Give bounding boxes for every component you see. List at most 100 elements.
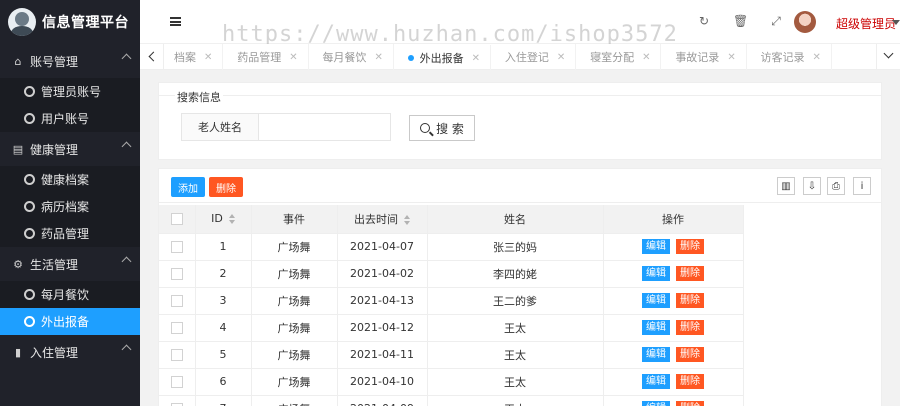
table-row: 6 广场舞 2021-04-10 王太 编辑 删除 [159,368,744,396]
edit-button[interactable]: 编辑 [642,239,670,254]
row-checkbox[interactable] [170,295,183,307]
row-delete-button[interactable]: 删除 [676,320,704,335]
menu-group-life[interactable]: ⚙ 生活管理 [0,247,140,281]
cell-name: 张三的妈 [427,233,604,261]
edit-button[interactable]: 编辑 [642,401,670,406]
row-checkbox-cell [159,233,196,261]
sidebar-item-user-account[interactable]: 用户账号 [0,105,140,132]
dashboard-icon [24,113,35,124]
close-icon[interactable]: ✕ [204,52,212,63]
cell-name: 王太 [427,395,604,406]
menu-toggle-icon[interactable] [170,17,181,26]
fullscreen-icon[interactable]: ⤢ [769,14,783,29]
export-icon[interactable]: ⇩ [803,177,821,195]
sidebar-item-health-record[interactable]: 健康档案 [0,166,140,193]
tab-visitors[interactable]: 访客记录 ✕ [751,44,832,70]
close-icon[interactable]: ✕ [642,52,650,63]
sidebar-item-label: 外出报备 [41,315,90,329]
tab-scroll-left-icon[interactable] [140,44,164,70]
cell-name: 王太 [427,314,604,342]
menu-group-health[interactable]: ▤ 健康管理 [0,132,140,166]
tab-label: 外出报备 [419,52,464,65]
row-checkbox-cell [159,260,196,288]
row-delete-button[interactable]: 删除 [676,293,704,308]
elder-name-input[interactable] [259,113,391,141]
cell-id: 3 [195,287,252,315]
table-header-row: ID 事件 出去时间 姓名 操作 [159,205,744,234]
tab-records[interactable]: 档案 ✕ [164,44,224,70]
menu-group-checkin[interactable]: ▮ 入住管理 [0,335,140,369]
sidebar-item-outing-report[interactable]: 外出报备 [0,308,140,335]
sidebar-item-medicine[interactable]: 药品管理 [0,220,140,247]
tab-checkin[interactable]: 入住登记 ✕ [495,44,577,70]
elder-name-label: 老人姓名 [181,113,259,141]
close-icon[interactable]: ✕ [289,52,297,63]
cell-id: 1 [195,233,252,261]
row-delete-button[interactable]: 删除 [676,401,704,406]
row-checkbox[interactable] [170,376,183,388]
tab-outing-report[interactable]: 外出报备 ✕ [398,45,492,70]
row-delete-button[interactable]: 删除 [676,374,704,389]
cell-time: 2021-04-07 [337,233,428,261]
cell-event: 广场舞 [251,395,338,406]
close-icon[interactable]: ✕ [727,52,735,63]
tab-dropdown-icon[interactable] [876,44,900,70]
row-checkbox[interactable] [170,268,183,280]
row-checkbox[interactable] [170,322,183,334]
edit-button[interactable]: 编辑 [642,347,670,362]
tab-monthly-meals[interactable]: 每月餐饮 ✕ [312,44,394,70]
close-icon[interactable]: ✕ [472,53,480,64]
avatar-logo-icon [8,8,36,36]
sort-icon[interactable] [228,214,235,225]
tab-medicine[interactable]: 药品管理 ✕ [227,44,309,70]
cell-name: 王二的爹 [427,287,604,315]
sidebar-item-monthly-meals[interactable]: 每月餐饮 [0,281,140,308]
column-header-id[interactable]: ID [195,205,252,234]
print-icon[interactable]: ⎙ [827,177,845,195]
sidebar-item-medical-record[interactable]: 病历档案 [0,193,140,220]
user-name[interactable]: 超级管理员 [836,15,896,32]
edit-button[interactable]: 编辑 [642,266,670,281]
sort-icon[interactable] [404,214,410,225]
tab-bar: 档案 ✕ 药品管理 ✕ 每月餐饮 ✕ 外出报备 ✕ 入住登记 ✕ 寝室分配 ✕ 事故记录 ✕ … [140,44,900,70]
delete-button[interactable]: 删除 [209,177,243,197]
dashboard-icon [24,201,35,212]
cell-name: 李四的姥 [427,260,604,288]
column-header-time[interactable]: 出去时间 [337,205,428,234]
row-checkbox[interactable] [170,241,183,253]
menu-group-account[interactable]: ⌂ 账号管理 [0,44,140,78]
edit-button[interactable]: 编辑 [642,293,670,308]
search-button[interactable]: 搜 索 [409,115,475,141]
add-button[interactable]: 添加 [171,177,205,197]
edit-button[interactable]: 编辑 [642,320,670,335]
trash-icon[interactable]: 🗑 [733,14,748,28]
chevron-up-icon [121,53,132,64]
select-all-checkbox[interactable] [170,213,183,226]
columns-filter-icon[interactable]: ▥ [777,177,795,195]
column-label: ID [211,212,223,226]
dashboard-icon [24,289,35,300]
column-header-actions: 操作 [603,205,744,234]
caret-down-icon[interactable] [892,20,900,25]
row-checkbox[interactable] [170,349,183,361]
close-icon[interactable]: ✕ [374,52,382,63]
row-delete-button[interactable]: 删除 [676,347,704,362]
cell-time: 2021-04-13 [337,287,428,315]
active-dot-icon [407,55,414,61]
tab-room-assign[interactable]: 寝室分配 ✕ [580,44,662,70]
table-row: 3 广场舞 2021-04-13 王二的爹 编辑 删除 [159,287,744,315]
sidebar-item-admin-account[interactable]: 管理员账号 [0,78,140,105]
tab-label: 访客记录 [760,51,805,64]
close-icon[interactable]: ✕ [813,52,821,63]
info-icon[interactable]: i [853,177,871,195]
row-delete-button[interactable]: 删除 [676,239,704,254]
avatar[interactable] [794,11,816,33]
close-icon[interactable]: ✕ [557,52,565,63]
chevron-up-icon [121,344,132,355]
row-delete-button[interactable]: 删除 [676,266,704,281]
tab-label: 每月餐饮 [322,51,367,64]
edit-button[interactable]: 编辑 [642,374,670,389]
refresh-icon[interactable]: ↻ [697,14,711,28]
tab-accidents[interactable]: 事故记录 ✕ [665,44,747,70]
cell-actions: 编辑删除 [603,368,744,396]
